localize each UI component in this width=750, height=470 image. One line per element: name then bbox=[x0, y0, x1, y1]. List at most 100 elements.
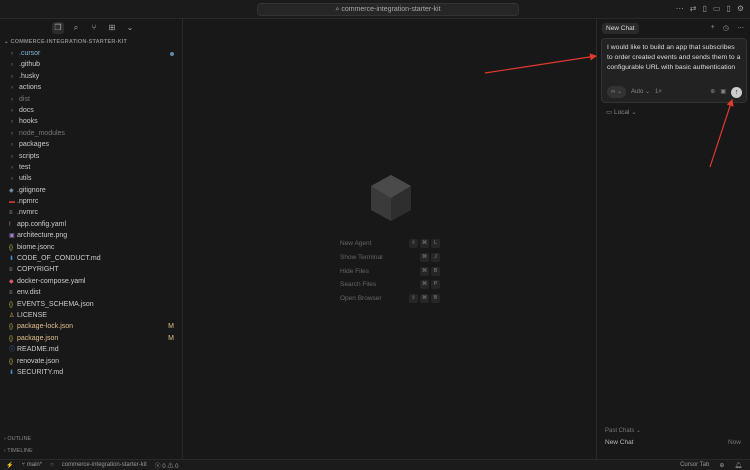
source-control-icon[interactable]: ⑂ bbox=[88, 22, 100, 34]
explorer-root[interactable]: ⌄ COMMERCE-INTEGRATION-STARTER-KIT bbox=[4, 39, 127, 45]
shortcut-label: Open Browser bbox=[340, 295, 382, 303]
file-item[interactable]: ⬇ SECURITY.md bbox=[0, 367, 183, 378]
key-cap: ⇧ bbox=[409, 294, 418, 304]
title-bar: ⌕ commerce-integration-starter-kit ⋯ ⇄ ▯… bbox=[0, 0, 750, 19]
file-tree: › .cursor › .github › .husky › actions › dist › doc… bbox=[0, 48, 183, 378]
settings-icon[interactable]: ⚙ bbox=[737, 4, 744, 13]
timeline-section[interactable]: › TIMELINE bbox=[4, 448, 33, 454]
globe-icon[interactable]: ⊕ bbox=[710, 87, 715, 97]
project-name[interactable]: commerce-integration-starter-kit bbox=[62, 462, 147, 468]
file-name: hooks bbox=[19, 118, 38, 126]
chat-message[interactable]: I would like to build an app that subscr… bbox=[607, 43, 741, 73]
files-icon[interactable]: ❐ bbox=[52, 22, 64, 34]
notifications-icon[interactable]: 🔔︎ bbox=[734, 462, 742, 469]
problems-indicator[interactable]: ⓧ 0 ⚠ 0 bbox=[155, 461, 179, 470]
shortcut-item[interactable]: Search Files ⌘ P bbox=[340, 278, 440, 292]
file-name: package-lock.json bbox=[17, 323, 74, 331]
file-item[interactable]: {} package-lock.json M bbox=[0, 321, 183, 332]
folder-item[interactable]: › .husky bbox=[0, 71, 183, 82]
modified-badge: M bbox=[168, 334, 174, 342]
file-item[interactable]: ▬ .npmrc bbox=[0, 196, 183, 207]
shortcut-item[interactable]: Hide Files ⌘ B bbox=[340, 264, 440, 278]
chevron-down-icon[interactable]: ⌄ bbox=[124, 22, 136, 34]
shortcut-keys: ⇧ ⌘ B bbox=[409, 294, 440, 304]
file-item[interactable]: ≡ env.dist bbox=[0, 287, 183, 298]
past-chats-toggle[interactable]: Past Chats ⌄ bbox=[605, 427, 641, 434]
file-item[interactable]: ◆ docker-compose.yaml bbox=[0, 276, 183, 287]
swap-icon[interactable]: ⇄ bbox=[690, 4, 697, 13]
history-icon[interactable]: ◷ bbox=[723, 24, 729, 32]
location-selector[interactable]: ▭ Local ⌄ bbox=[606, 108, 637, 116]
chat-input[interactable]: I would like to build an app that subscr… bbox=[601, 38, 747, 103]
shortcut-label: Search Files bbox=[340, 281, 377, 289]
folder-item[interactable]: › .github bbox=[0, 59, 183, 70]
toggle-chat-icon[interactable]: ▯ bbox=[726, 4, 730, 13]
key-cap: ⌘ bbox=[420, 239, 429, 249]
tab-new-chat[interactable]: New Chat bbox=[602, 23, 639, 34]
file-name: node_modules bbox=[19, 129, 65, 137]
cursor-tab-button[interactable]: Cursor Tab bbox=[680, 462, 709, 469]
file-item[interactable]: ⬇ CODE_OF_CONDUCT.md bbox=[0, 253, 183, 264]
mode-selector[interactable]: ∞ ⌄ bbox=[607, 86, 626, 98]
plus-icon[interactable]: + bbox=[711, 24, 715, 32]
timeline-label: TIMELINE bbox=[7, 448, 33, 454]
folder-item[interactable]: › utils bbox=[0, 173, 183, 184]
status-bar: ⚡ ⑂ main* ○ commerce-integration-starter… bbox=[0, 459, 750, 470]
key-cap: B bbox=[431, 294, 440, 304]
model-selector[interactable]: Auto ⌄ bbox=[631, 87, 650, 97]
folder-item[interactable]: › .cursor bbox=[0, 48, 183, 59]
file-item[interactable]: ▣ architecture.png bbox=[0, 230, 183, 241]
folder-item[interactable]: › hooks bbox=[0, 116, 183, 127]
multiplier[interactable]: 1× bbox=[655, 87, 662, 97]
modified-badge: M bbox=[168, 323, 174, 331]
extensions-icon[interactable]: ⊞ bbox=[106, 22, 118, 34]
shortcut-item[interactable]: New Agent ⇧ ⌘ L bbox=[340, 237, 440, 251]
more-icon[interactable]: ⋯ bbox=[737, 24, 744, 32]
folder-item[interactable]: › test bbox=[0, 162, 183, 173]
remote-icon[interactable]: ⚡ bbox=[6, 462, 13, 469]
root-label: COMMERCE-INTEGRATION-STARTER-KIT bbox=[10, 39, 128, 45]
file-item[interactable]: ≡ COPYRIGHT bbox=[0, 264, 183, 275]
folder-item[interactable]: › actions bbox=[0, 82, 183, 93]
file-name: .cursor bbox=[19, 50, 41, 57]
branch-indicator[interactable]: ⑂ main* bbox=[21, 462, 42, 468]
file-item[interactable]: {} EVENTS_SCHEMA.json bbox=[0, 299, 183, 310]
file-item[interactable]: ◆ .gitignore bbox=[0, 185, 183, 196]
folder-item[interactable]: › dist bbox=[0, 94, 183, 105]
outline-section[interactable]: › OUTLINE bbox=[4, 436, 31, 442]
zoom-icon[interactable]: ⊕ bbox=[719, 462, 724, 469]
shortcut-item[interactable]: Show Terminal ⌘ J bbox=[340, 251, 440, 265]
file-item[interactable]: ≡ .nvmrc bbox=[0, 207, 183, 218]
more-icon[interactable]: ⋯ bbox=[676, 4, 684, 13]
file-item[interactable]: {} biome.jsonc bbox=[0, 242, 183, 253]
image-icon[interactable]: ▣ bbox=[720, 87, 726, 97]
file-item[interactable]: {} package.json M bbox=[0, 333, 183, 344]
file-name: package.json bbox=[17, 334, 59, 342]
command-search[interactable]: ⌕ commerce-integration-starter-kit bbox=[257, 3, 519, 16]
folder-item[interactable]: › scripts bbox=[0, 151, 183, 162]
past-chat-item[interactable]: New Chat Now bbox=[605, 439, 741, 446]
file-item[interactable]: ♙ LICENSE bbox=[0, 310, 183, 321]
key-cap: B bbox=[431, 266, 440, 276]
key-cap: ⇧ bbox=[409, 239, 418, 249]
file-name: CODE_OF_CONDUCT.md bbox=[17, 255, 101, 263]
error-count: ⓧ 0 bbox=[154, 463, 166, 470]
key-cap: P bbox=[431, 280, 440, 290]
folder-item[interactable]: › docs bbox=[0, 105, 183, 116]
file-name: renovate.json bbox=[17, 357, 60, 365]
toggle-panel-icon[interactable]: ▭ bbox=[713, 4, 721, 13]
toggle-sidebar-icon[interactable]: ▯ bbox=[702, 4, 706, 13]
file-item[interactable]: ! app.config.yaml bbox=[0, 219, 183, 230]
search-icon[interactable]: ⌕ bbox=[70, 22, 82, 34]
file-item[interactable]: ⓘ README.md bbox=[0, 344, 183, 355]
shortcut-keys: ⌘ P bbox=[420, 280, 440, 290]
change-dot bbox=[170, 52, 174, 56]
sync-icon[interactable]: ○ bbox=[50, 462, 54, 468]
shortcut-item[interactable]: Open Browser ⇧ ⌘ B bbox=[340, 292, 440, 306]
folder-item[interactable]: › packages bbox=[0, 139, 183, 150]
location-label: Local ⌄ bbox=[613, 109, 637, 116]
send-button[interactable]: ↑ bbox=[731, 86, 742, 98]
file-name: SECURITY.md bbox=[17, 368, 64, 376]
file-item[interactable]: {} renovate.json bbox=[0, 356, 183, 367]
folder-item[interactable]: › node_modules bbox=[0, 128, 183, 139]
